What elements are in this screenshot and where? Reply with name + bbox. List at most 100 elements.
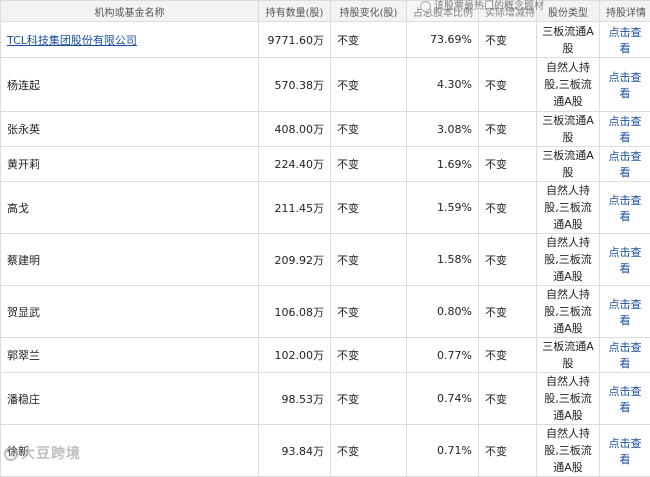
ratio-cell: 1.59% — [407, 182, 479, 234]
quantity-cell: 9771.60万 — [259, 22, 331, 58]
share-type-line: 自然人持 — [541, 59, 595, 76]
share-type-line: 通A股 — [541, 320, 595, 337]
share-type-line: 股 — [541, 355, 595, 372]
holder-name: 郭翠兰 — [7, 349, 40, 362]
detail-link[interactable]: 点击查看 — [609, 194, 642, 223]
ratio-cell: 0.77% — [407, 338, 479, 373]
actual-change-cell: 不变 — [479, 112, 537, 147]
actual-change-cell: 不变 — [479, 58, 537, 112]
table-header-row: 机构或基金名称 持有数量(股) 持股变化(股) 占总股本比例 实际增减持 股份类… — [1, 1, 650, 22]
detail-link[interactable]: 点击查看 — [609, 150, 642, 179]
holder-name-cell[interactable]: TCL科技集团股份有限公司 — [1, 22, 259, 58]
quantity-cell: 106.08万 — [259, 286, 331, 338]
share-type-line: 通A股 — [541, 407, 595, 424]
detail-cell[interactable]: 点击查看 — [600, 58, 650, 112]
holder-name-cell: 郭翠兰 — [1, 338, 259, 373]
ratio-cell: 1.69% — [407, 147, 479, 182]
detail-link[interactable]: 点击查看 — [609, 437, 642, 466]
share-type-line: 自然人持 — [541, 182, 595, 199]
table-row: 贺显武106.08万不变0.80%不变自然人持股,三板流通A股点击查看 — [1, 286, 650, 338]
share-type-line: 三板流通A — [541, 23, 595, 40]
ratio-cell: 1.58% — [407, 234, 479, 286]
info-icon — [420, 1, 431, 12]
quantity-cell: 211.45万 — [259, 182, 331, 234]
share-type-line: 三板流通A — [541, 338, 595, 355]
ratio-cell: 0.74% — [407, 373, 479, 425]
share-type-line: 股,三板流 — [541, 390, 595, 407]
table-row: 蔡建明209.92万不变1.58%不变自然人持股,三板流通A股点击查看 — [1, 234, 650, 286]
share-type-line: 通A股 — [541, 93, 595, 110]
share-type-cell: 自然人持股,三板流通A股 — [537, 425, 600, 477]
change-cell: 不变 — [331, 147, 407, 182]
change-cell: 不变 — [331, 112, 407, 147]
actual-change-cell: 不变 — [479, 425, 537, 477]
concept-tooltip: 该股票最热门的概念题材 — [420, 0, 544, 12]
detail-link[interactable]: 点击查看 — [609, 341, 642, 370]
detail-cell[interactable]: 点击查看 — [600, 112, 650, 147]
share-type-cell: 自然人持股,三板流通A股 — [537, 234, 600, 286]
detail-cell[interactable]: 点击查看 — [600, 425, 650, 477]
holder-name: 杨连起 — [7, 79, 40, 92]
holder-name-cell: 黄开莉 — [1, 147, 259, 182]
watermark-text: 大豆跨境 — [21, 446, 81, 462]
change-cell: 不变 — [331, 182, 407, 234]
change-cell: 不变 — [331, 338, 407, 373]
holder-name: 黄开莉 — [7, 158, 40, 171]
holder-name: 张永英 — [7, 123, 40, 136]
ratio-cell: 73.69% — [407, 22, 479, 58]
share-type-line: 股 — [541, 164, 595, 181]
quantity-cell: 408.00万 — [259, 112, 331, 147]
share-type-line: 通A股 — [541, 216, 595, 233]
detail-link[interactable]: 点击查看 — [609, 71, 642, 100]
detail-link[interactable]: 点击查看 — [609, 26, 642, 55]
detail-link[interactable]: 点击查看 — [609, 115, 642, 144]
ratio-cell: 0.80% — [407, 286, 479, 338]
share-type-line: 股 — [541, 129, 595, 146]
detail-cell[interactable]: 点击查看 — [600, 286, 650, 338]
share-type-line: 三板流通A — [541, 147, 595, 164]
actual-change-cell: 不变 — [479, 373, 537, 425]
column-header-detail: 持股详情 — [600, 1, 650, 22]
share-type-line: 通A股 — [541, 459, 595, 476]
share-type-cell: 自然人持股,三板流通A股 — [537, 286, 600, 338]
quantity-cell: 209.92万 — [259, 234, 331, 286]
actual-change-cell: 不变 — [479, 286, 537, 338]
detail-link[interactable]: 点击查看 — [609, 246, 642, 275]
table-row: TCL科技集团股份有限公司9771.60万不变73.69%不变三板流通A股点击查… — [1, 22, 650, 58]
holder-name-cell: 潘稳庄 — [1, 373, 259, 425]
detail-cell[interactable]: 点击查看 — [600, 234, 650, 286]
table-row: 张永英408.00万不变3.08%不变三板流通A股点击查看 — [1, 112, 650, 147]
share-type-line: 股,三板流 — [541, 303, 595, 320]
detail-link[interactable]: 点击查看 — [609, 298, 642, 327]
actual-change-cell: 不变 — [479, 338, 537, 373]
share-type-cell: 自然人持股,三板流通A股 — [537, 182, 600, 234]
change-cell: 不变 — [331, 425, 407, 477]
holder-name: 蔡建明 — [7, 254, 40, 267]
table-row: 高戈211.45万不变1.59%不变自然人持股,三板流通A股点击查看 — [1, 182, 650, 234]
detail-cell[interactable]: 点击查看 — [600, 338, 650, 373]
detail-link[interactable]: 点击查看 — [609, 385, 642, 414]
detail-cell[interactable]: 点击查看 — [600, 373, 650, 425]
shareholder-table: 机构或基金名称 持有数量(股) 持股变化(股) 占总股本比例 实际增减持 股份类… — [0, 0, 650, 477]
holder-name-link[interactable]: TCL科技集团股份有限公司 — [7, 34, 137, 47]
detail-cell[interactable]: 点击查看 — [600, 147, 650, 182]
table-row: 潘稳庄98.53万不变0.74%不变自然人持股,三板流通A股点击查看 — [1, 373, 650, 425]
holder-name-cell: 高戈 — [1, 182, 259, 234]
share-type-line: 股 — [541, 40, 595, 57]
holder-name: 潘稳庄 — [7, 393, 40, 406]
actual-change-cell: 不变 — [479, 22, 537, 58]
change-cell: 不变 — [331, 234, 407, 286]
holder-name-cell: 张永英 — [1, 112, 259, 147]
share-type-line: 自然人持 — [541, 286, 595, 303]
share-type-cell: 三板流通A股 — [537, 147, 600, 182]
detail-cell[interactable]: 点击查看 — [600, 182, 650, 234]
change-cell: 不变 — [331, 286, 407, 338]
detail-cell[interactable]: 点击查看 — [600, 22, 650, 58]
quantity-cell: 102.00万 — [259, 338, 331, 373]
watermark-logo-icon — [4, 447, 18, 461]
table-row: 郭翠兰102.00万不变0.77%不变三板流通A股点击查看 — [1, 338, 650, 373]
column-header-share-type: 股份类型 — [537, 1, 600, 22]
share-type-cell: 三板流通A股 — [537, 22, 600, 58]
ratio-cell: 4.30% — [407, 58, 479, 112]
watermark: 大豆跨境 — [4, 443, 81, 463]
